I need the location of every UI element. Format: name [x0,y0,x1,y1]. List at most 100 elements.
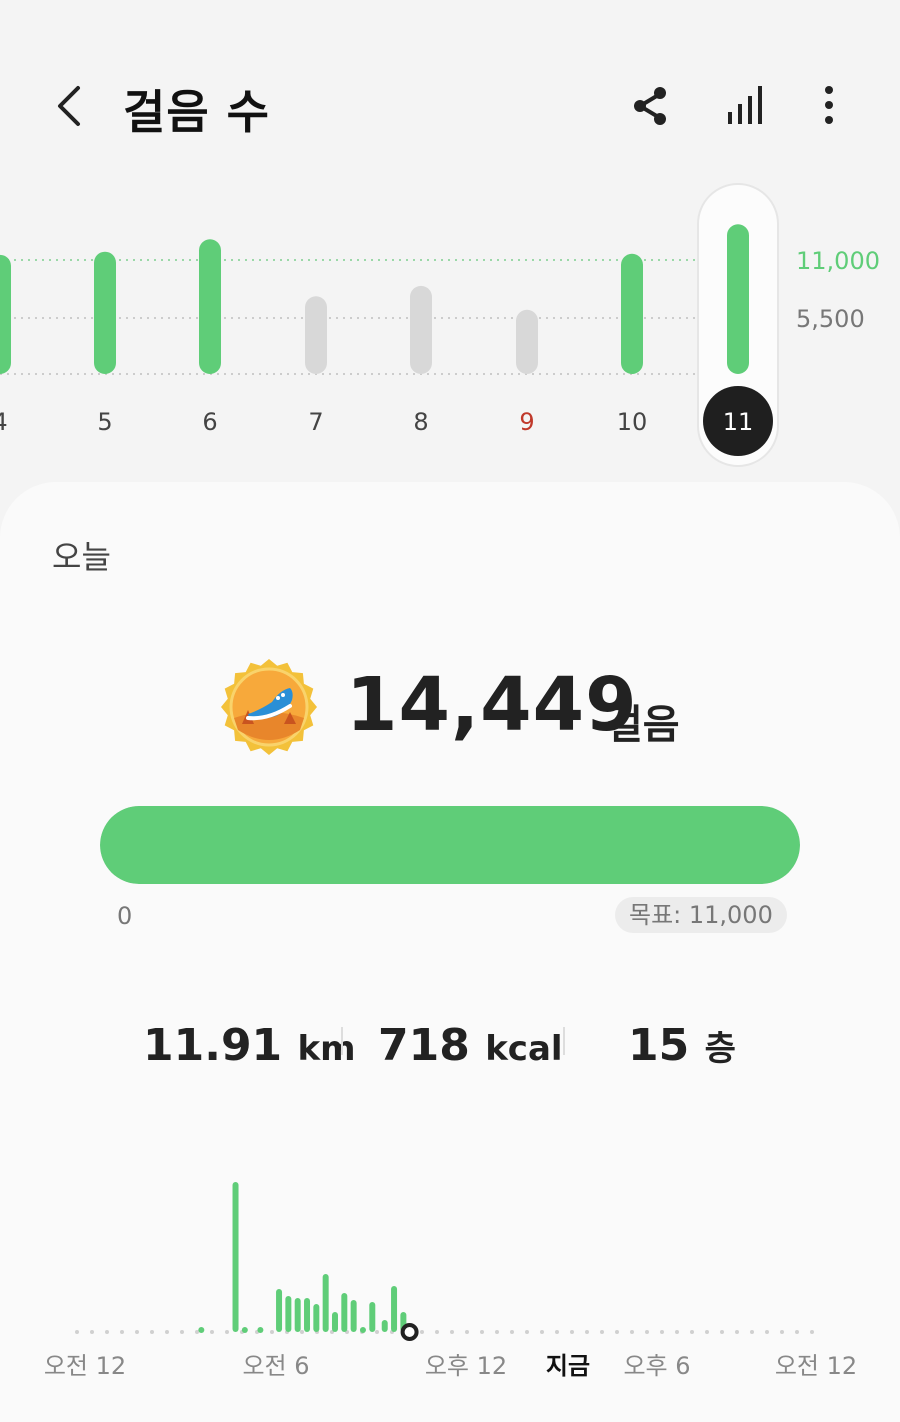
baseline-dot [480,1330,484,1334]
progress-min-label: 0 [117,902,133,930]
back-button[interactable] [48,78,98,134]
hour-bar [285,1296,292,1332]
distance-unit: km [297,1029,356,1069]
baseline-dot [120,1330,124,1334]
more-options-button[interactable] [805,78,855,134]
share-icon [634,87,666,125]
hour-bar [350,1300,357,1332]
baseline-dot [180,1330,184,1334]
hour-bar [276,1289,283,1332]
baseline-dot [615,1330,619,1334]
floors-metric: 15 층 [628,1020,736,1071]
hour-bar [331,1312,338,1332]
baseline-dot [645,1330,649,1334]
baseline-dot [75,1330,79,1334]
baseline-dot [210,1330,214,1334]
more-vert-icon [825,86,833,124]
baseline-dot [165,1330,169,1334]
hour-bar [198,1327,205,1333]
hour-bar [322,1274,329,1332]
baseline-dot [585,1330,589,1334]
baseline-dot [495,1330,499,1334]
baseline-dot [465,1330,469,1334]
page-title: 걸음 수 [123,85,270,139]
day-label-4: 4 [0,408,8,436]
share-button[interactable] [626,78,676,134]
chevron-left-icon [58,86,80,126]
baseline-dot [690,1330,694,1334]
hour-bar [257,1327,264,1333]
baseline-dot [705,1330,709,1334]
hourly-chart-svg: 오전 12 오전 6 오후 12 지금 오후 6 오전 12 [44,1182,857,1380]
baseline-dot [735,1330,739,1334]
goal-badge[interactable]: 목표: 11,000 [615,897,787,933]
calories-value: 718 [378,1020,470,1071]
time-axis-label: 오전 6 [242,1352,309,1380]
today-step-count: 14,449 [346,662,638,748]
weekly-steps-chart: 4 5 6 7 8 9 10 11 11,000 5,500 [0,180,900,480]
baseline-dot [750,1330,754,1334]
baseline-dot [795,1330,799,1334]
day-label-6: 6 [202,408,217,436]
baseline-dot [90,1330,94,1334]
baseline-dot [525,1330,529,1334]
floors-unit: 층 [704,1029,736,1069]
baseline-dot [780,1330,784,1334]
day-label-8: 8 [413,408,428,436]
day-bar-11 [727,224,749,374]
day-label-7: 7 [308,408,323,436]
baseline-dot [720,1330,724,1334]
today-label: 오늘 [52,538,111,576]
goal-progress-fill [100,806,800,884]
floors-value: 15 [628,1020,690,1071]
time-axis-label: 오후 6 [623,1352,690,1380]
day-bar-6 [199,239,221,374]
baseline-dot [375,1330,379,1334]
hour-bar [369,1302,376,1332]
hour-bar [341,1293,348,1332]
time-axis-label: 지금 [546,1352,590,1380]
baseline-dot [555,1330,559,1334]
day-label-5: 5 [97,408,112,436]
day-bar-4 [0,254,11,374]
baseline-dot [600,1330,604,1334]
time-axis-label: 오후 12 [425,1352,507,1380]
baseline-dot [510,1330,514,1334]
baseline-dot [675,1330,679,1334]
day-label-11: 11 [723,408,754,436]
baseline-dot [105,1330,109,1334]
top-app-bar: 걸음 수 [0,0,900,200]
trends-button[interactable] [720,78,770,134]
baseline-dot [570,1330,574,1334]
day-bar-7 [305,296,327,374]
baseline-dot [765,1330,769,1334]
now-marker [400,1323,419,1341]
day-label-10: 10 [617,408,648,436]
day-label-9: 9 [519,408,534,436]
running-shoe-medal-icon [220,658,318,760]
hour-bar [359,1327,366,1333]
time-axis-label: 오전 12 [775,1352,857,1380]
y-axis-label: 5,500 [796,305,865,333]
weekly-chart-svg: 4 5 6 7 8 9 10 11 11,000 5,500 [0,183,880,467]
distance-metric: 11.91 km [143,1020,356,1071]
baseline-dot [660,1330,664,1334]
hour-bar [241,1327,248,1333]
hour-bar [313,1304,320,1332]
baseline-dot [630,1330,634,1334]
calories-metric: 718 kcal [378,1020,563,1071]
day-bar-8 [410,285,432,374]
goal-progress-bar [100,806,800,884]
baseline-dot [135,1330,139,1334]
baseline-dot [435,1330,439,1334]
hour-bar [304,1298,311,1332]
baseline-dot [225,1330,229,1334]
bar-chart-icon [728,86,762,124]
step-unit-label: 걸음 [606,702,680,748]
baseline-dot [810,1330,814,1334]
day-bar-10 [621,253,643,374]
baseline-dot [270,1330,274,1334]
day-bar-9 [516,309,538,374]
metric-divider [563,1027,565,1055]
baseline-dot [540,1330,544,1334]
